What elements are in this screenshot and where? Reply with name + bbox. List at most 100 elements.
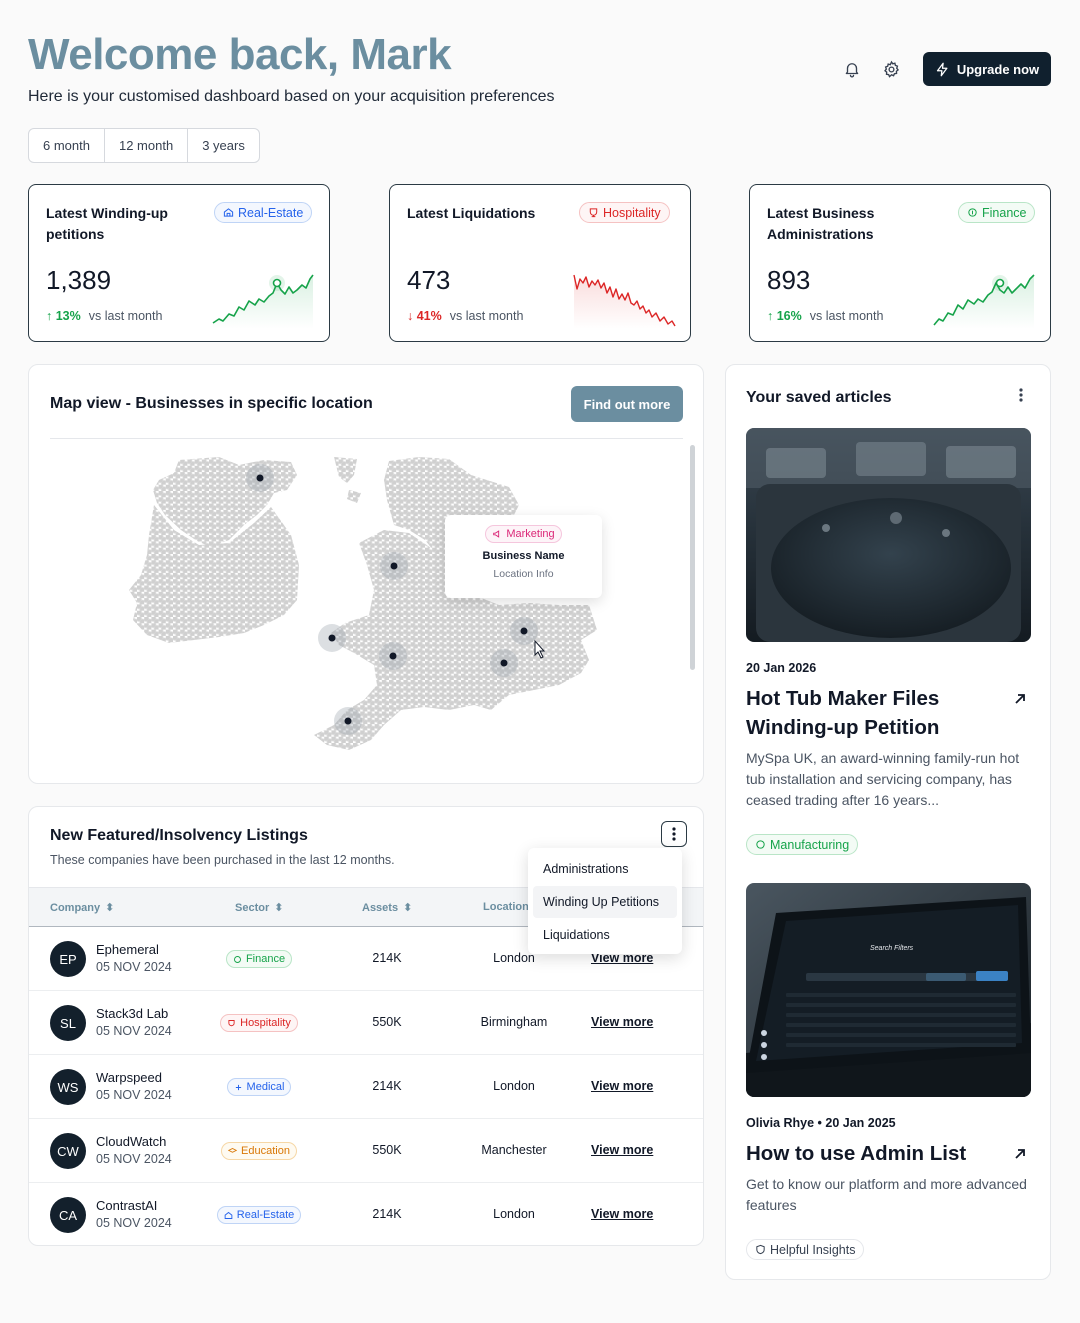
home-icon bbox=[224, 1211, 233, 1219]
view-more-link[interactable]: View more bbox=[591, 1079, 653, 1093]
home-icon bbox=[223, 208, 234, 217]
stat-card-liquidations[interactable]: Latest Liquidations Hospitality 473 ↓ 41… bbox=[389, 184, 691, 342]
articles-options-button[interactable] bbox=[1012, 385, 1030, 405]
company-date: 05 NOV 2024 bbox=[96, 1024, 172, 1038]
stat-card-winding-up[interactable]: Latest Winding-up petitions Real-Estate … bbox=[28, 184, 330, 342]
table-row[interactable]: SL Stack3d Lab 05 NOV 2024 Hospitality 5… bbox=[29, 991, 703, 1055]
more-options-button[interactable] bbox=[661, 821, 687, 847]
arrow-down-icon: ↓ 41% bbox=[407, 309, 442, 323]
article-date: 20 Jan 2026 bbox=[746, 661, 817, 675]
avatar: EP bbox=[50, 941, 86, 977]
article-title[interactable]: Hot Tub Maker Files Winding-up Petition bbox=[746, 684, 996, 742]
gear-icon[interactable] bbox=[877, 55, 905, 83]
stat-card-administrations[interactable]: Latest Business Administrations Finance … bbox=[749, 184, 1051, 342]
arrow-up-icon: ↑ 16% bbox=[767, 309, 802, 323]
megaphone-icon bbox=[493, 530, 500, 538]
stat-value: 1,389 bbox=[46, 265, 112, 295]
article-title[interactable]: How to use Admin List bbox=[746, 1139, 996, 1168]
map-tooltip: Marketing Business Name Location Info bbox=[445, 515, 602, 598]
location-value: Birmingham bbox=[480, 1015, 548, 1029]
tooltip-badge: Marketing bbox=[485, 525, 562, 543]
menu-item-liquidations[interactable]: Liquidations bbox=[533, 919, 677, 951]
listings-title: New Featured/Insolvency Listings bbox=[50, 827, 308, 844]
company-date: 05 NOV 2024 bbox=[96, 1216, 172, 1230]
uk-hex-map[interactable] bbox=[29, 365, 705, 785]
sort-icon: ⬍ bbox=[403, 902, 413, 914]
sort-icon: ⬍ bbox=[274, 902, 284, 914]
assets-value: 550K bbox=[372, 1015, 402, 1029]
stat-value: 473 bbox=[407, 265, 451, 295]
article-description: Get to know our platform and more advanc… bbox=[746, 1176, 1027, 1213]
tooltip-business-name: Business Name bbox=[482, 550, 565, 562]
cup-icon bbox=[589, 208, 598, 218]
avatar: WS bbox=[50, 1069, 86, 1105]
table-row[interactable]: CA ContrastAI 05 NOV 2024 Real-Estate 21… bbox=[29, 1183, 703, 1245]
article-image-hot-tub[interactable] bbox=[746, 428, 1031, 642]
sector-badge: Finance bbox=[225, 950, 293, 968]
upgrade-label: Upgrade now bbox=[956, 61, 1040, 77]
assets-value: 550K bbox=[372, 1143, 402, 1157]
sort-icon: ⬍ bbox=[105, 902, 115, 914]
page-subtitle: Here is your customised dashboard based … bbox=[28, 88, 555, 105]
col-location[interactable]: Location bbox=[483, 901, 529, 913]
table-row[interactable]: WS Warpspeed 05 NOV 2024 Medical 214K Lo… bbox=[29, 1055, 703, 1119]
options-dropdown: Administrations Winding Up Petitions Liq… bbox=[528, 848, 682, 954]
company-name: CloudWatch bbox=[96, 1134, 167, 1149]
period-12-month[interactable]: 12 month bbox=[105, 129, 189, 162]
period-3-years[interactable]: 3 years bbox=[188, 129, 259, 162]
sparkline-chart bbox=[573, 274, 676, 329]
assets-value: 214K bbox=[372, 1207, 402, 1221]
stat-title: Latest Liquidations bbox=[407, 205, 536, 221]
view-more-link[interactable]: View more bbox=[591, 1015, 653, 1029]
articles-title: Your saved articles bbox=[746, 389, 892, 406]
article-tag: Manufacturing bbox=[746, 834, 859, 855]
period-6-month[interactable]: 6 month bbox=[29, 129, 105, 162]
map-panel: Map view - Businesses in specific locati… bbox=[28, 364, 704, 784]
shield-icon bbox=[756, 1244, 765, 1255]
stat-change: ↓ 41% vs last month bbox=[407, 309, 524, 323]
upgrade-button[interactable]: Upgrade now bbox=[923, 52, 1051, 86]
article-tag: Helpful Insights bbox=[746, 1239, 865, 1260]
stat-change: ↑ 13% vs last month bbox=[46, 309, 163, 323]
company-name: Ephemeral bbox=[96, 942, 159, 957]
arrow-up-right-icon[interactable] bbox=[1012, 691, 1028, 707]
menu-item-administrations[interactable]: Administrations bbox=[533, 853, 677, 885]
article-image-laptop[interactable]: Search Filters bbox=[746, 883, 1031, 1097]
sector-badge: Real-Estate bbox=[216, 1206, 302, 1224]
sector-badge: Medical bbox=[226, 1078, 292, 1096]
stat-title: Latest Business Administrations bbox=[767, 205, 875, 242]
laptop-screen-title: Search Filters bbox=[870, 945, 914, 952]
saved-articles-panel: Your saved articles 20 Jan 2026 Hot Tub … bbox=[725, 364, 1051, 1280]
lightning-icon bbox=[936, 62, 948, 76]
col-sector[interactable]: Sector ⬍ bbox=[235, 901, 284, 915]
view-more-link[interactable]: View more bbox=[591, 1143, 653, 1157]
location-value: London bbox=[493, 1079, 535, 1093]
table-row[interactable]: CW CloudWatch 05 NOV 2024 Education 550K… bbox=[29, 1119, 703, 1183]
page-title: Welcome back, Mark bbox=[28, 30, 452, 79]
tooltip-location-info: Location Info bbox=[493, 568, 554, 580]
menu-item-winding-up-petitions[interactable]: Winding Up Petitions bbox=[533, 886, 677, 918]
stat-badge: Hospitality bbox=[579, 202, 670, 223]
medical-icon bbox=[235, 1084, 241, 1090]
col-assets[interactable]: Assets ⬍ bbox=[362, 901, 413, 915]
article-meta: Olivia Rhye • 20 Jan 2025 bbox=[746, 1116, 896, 1130]
listings-subtitle: These companies have been purchased in t… bbox=[50, 853, 395, 867]
col-company[interactable]: Company ⬍ bbox=[50, 901, 115, 915]
company-date: 05 NOV 2024 bbox=[96, 960, 172, 974]
company-name: Warpspeed bbox=[96, 1070, 162, 1085]
coin-icon bbox=[233, 955, 241, 963]
company-name: Stack3d Lab bbox=[96, 1006, 169, 1021]
stat-title: Latest Winding-up petitions bbox=[46, 205, 168, 242]
stat-badge: Real-Estate bbox=[214, 202, 313, 223]
sector-badge: Education bbox=[221, 1142, 297, 1160]
stat-change: ↑ 16% vs last month bbox=[767, 309, 884, 323]
kebab-icon bbox=[1019, 388, 1023, 402]
kebab-icon bbox=[672, 827, 676, 841]
company-date: 05 NOV 2024 bbox=[96, 1152, 172, 1166]
cup-icon bbox=[228, 1019, 235, 1026]
view-more-link[interactable]: View more bbox=[591, 1207, 653, 1221]
arrow-up-right-icon[interactable] bbox=[1012, 1146, 1028, 1162]
article-description: MySpa UK, an award-winning family-run ho… bbox=[746, 750, 1020, 808]
avatar: SL bbox=[50, 1005, 86, 1041]
bell-icon[interactable] bbox=[838, 55, 866, 83]
